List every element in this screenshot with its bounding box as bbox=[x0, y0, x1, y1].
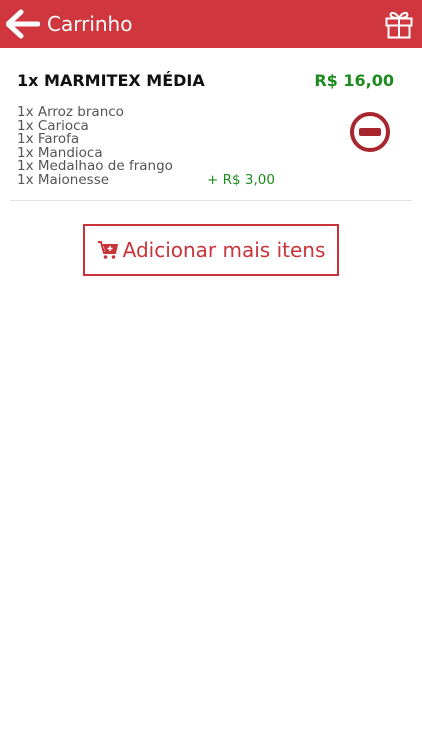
item-components-list: 1x Arroz branco 1x Carioca 1x Farofa 1x … bbox=[17, 105, 287, 188]
component-label: 1x Maionesse bbox=[17, 171, 110, 188]
component-extra-price: + R$ 3,00 bbox=[207, 171, 275, 188]
gift-button[interactable] bbox=[385, 9, 413, 39]
cart-item: 1x MARMITEX MÉDIA R$ 16,00 1x Arroz bran… bbox=[10, 48, 412, 201]
add-more-items-label: Adicionar mais itens bbox=[122, 238, 326, 262]
remove-item-button[interactable] bbox=[349, 111, 391, 153]
item-price: R$ 16,00 bbox=[314, 71, 394, 90]
add-more-items-button[interactable]: Adicionar mais itens bbox=[83, 224, 339, 276]
component-item: 1x Maionesse + R$ 3,00 bbox=[17, 171, 287, 188]
item-title: 1x MARMITEX MÉDIA bbox=[17, 71, 205, 90]
gift-icon bbox=[385, 11, 413, 39]
page-title: Carrinho bbox=[47, 12, 133, 36]
arrow-left-icon bbox=[5, 9, 41, 39]
cart-screen: Carrinho 1x MARMITEX MÉDIA R$ 16,00 1x A… bbox=[0, 0, 422, 750]
top-bar: Carrinho bbox=[0, 0, 422, 48]
back-button[interactable] bbox=[5, 9, 41, 39]
remove-circle-icon bbox=[350, 112, 390, 152]
cart-plus-icon bbox=[97, 241, 118, 259]
